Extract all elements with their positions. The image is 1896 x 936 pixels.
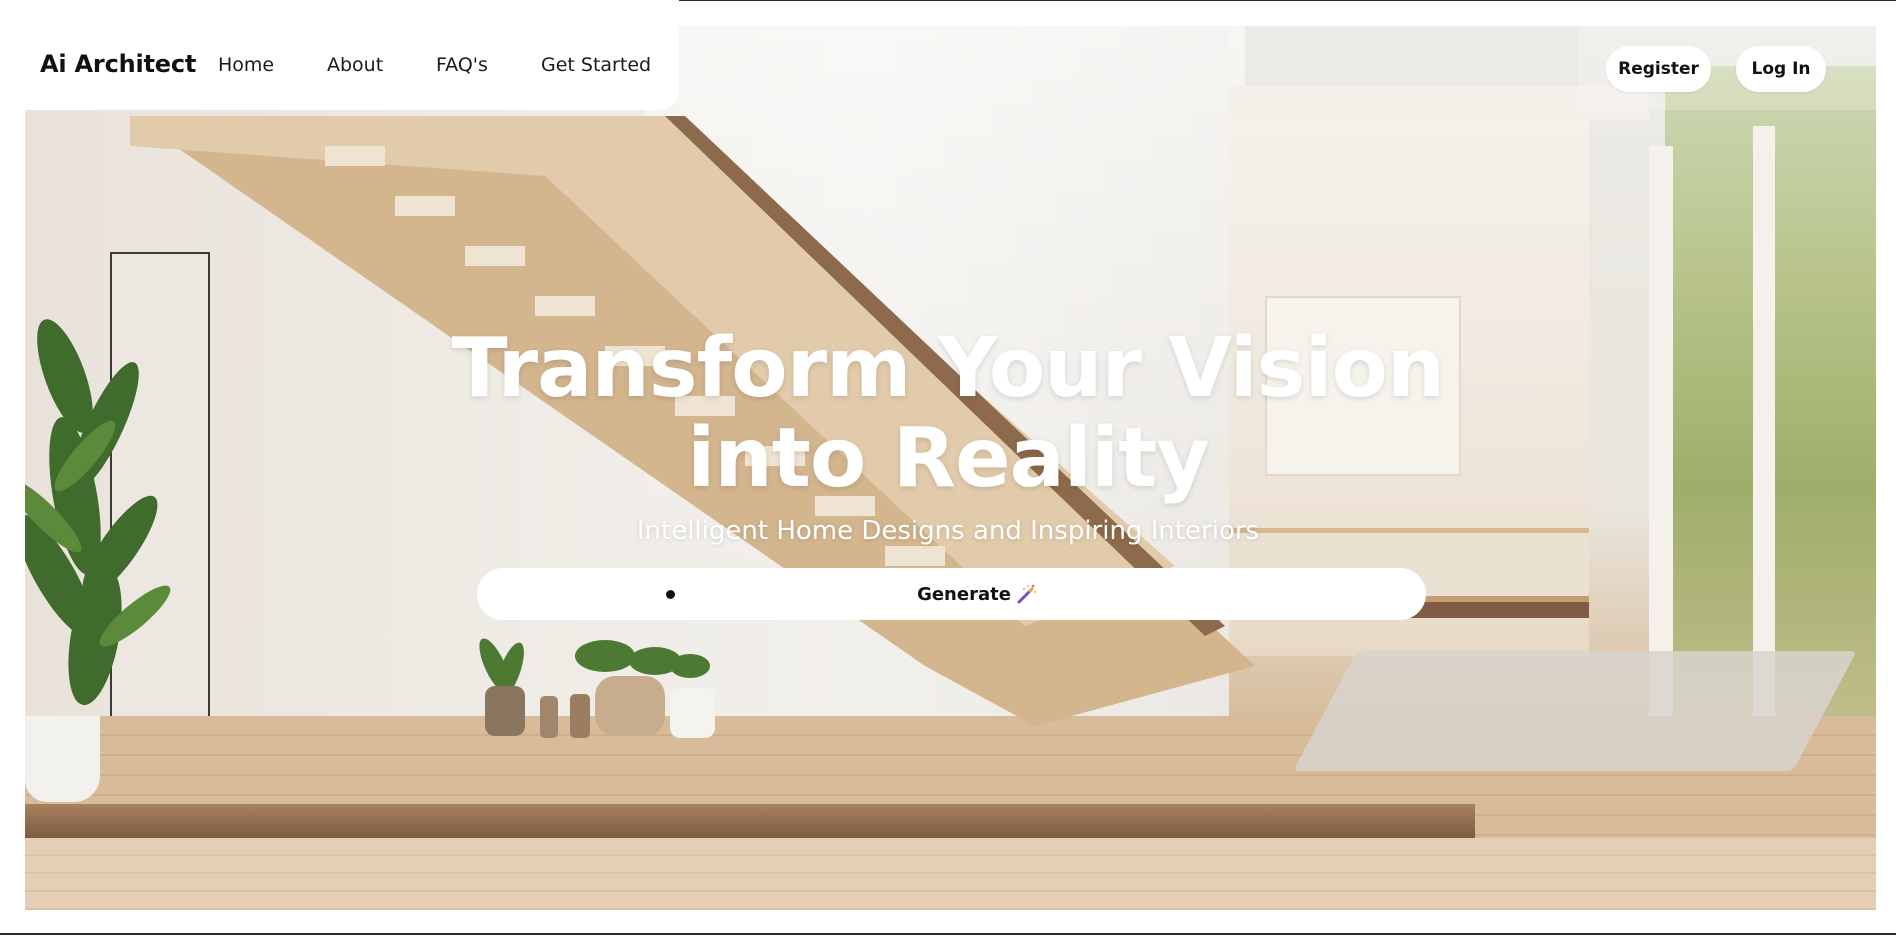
hero-title: Transform Your Vision into Reality: [428, 324, 1468, 504]
brand-logo[interactable]: Ai Architect: [40, 50, 196, 78]
hero-decor-pots: [479, 638, 715, 738]
hero-rug: [1293, 651, 1857, 771]
generate-button[interactable]: Generate: [897, 568, 1057, 620]
hero-platform-edge: [25, 804, 1475, 838]
cursor-dot-icon: [666, 590, 675, 599]
nav-link-get-started[interactable]: Get Started: [541, 54, 651, 76]
hero-subtitle: Intelligent Home Designs and Inspiring I…: [636, 516, 1260, 546]
generate-button-label: Generate: [917, 583, 1011, 605]
login-button[interactable]: Log In: [1736, 46, 1826, 92]
hero-plant: [25, 319, 171, 706]
register-button[interactable]: Register: [1606, 46, 1711, 92]
page-bottom-border: [0, 933, 1896, 935]
hero-plant-pot: [25, 716, 100, 802]
nav-link-faqs[interactable]: FAQ's: [436, 54, 488, 76]
nav-link-about[interactable]: About: [327, 54, 383, 76]
magic-wand-icon: [1017, 584, 1036, 604]
hero-title-line-1: Transform Your Vision: [451, 321, 1446, 416]
hero-floor-front: [25, 838, 1876, 910]
nav-link-home[interactable]: Home: [218, 54, 274, 76]
hero-title-line-2: into Reality: [687, 411, 1210, 506]
prompt-input[interactable]: [497, 574, 897, 614]
prompt-bar: Generate: [477, 568, 1426, 620]
